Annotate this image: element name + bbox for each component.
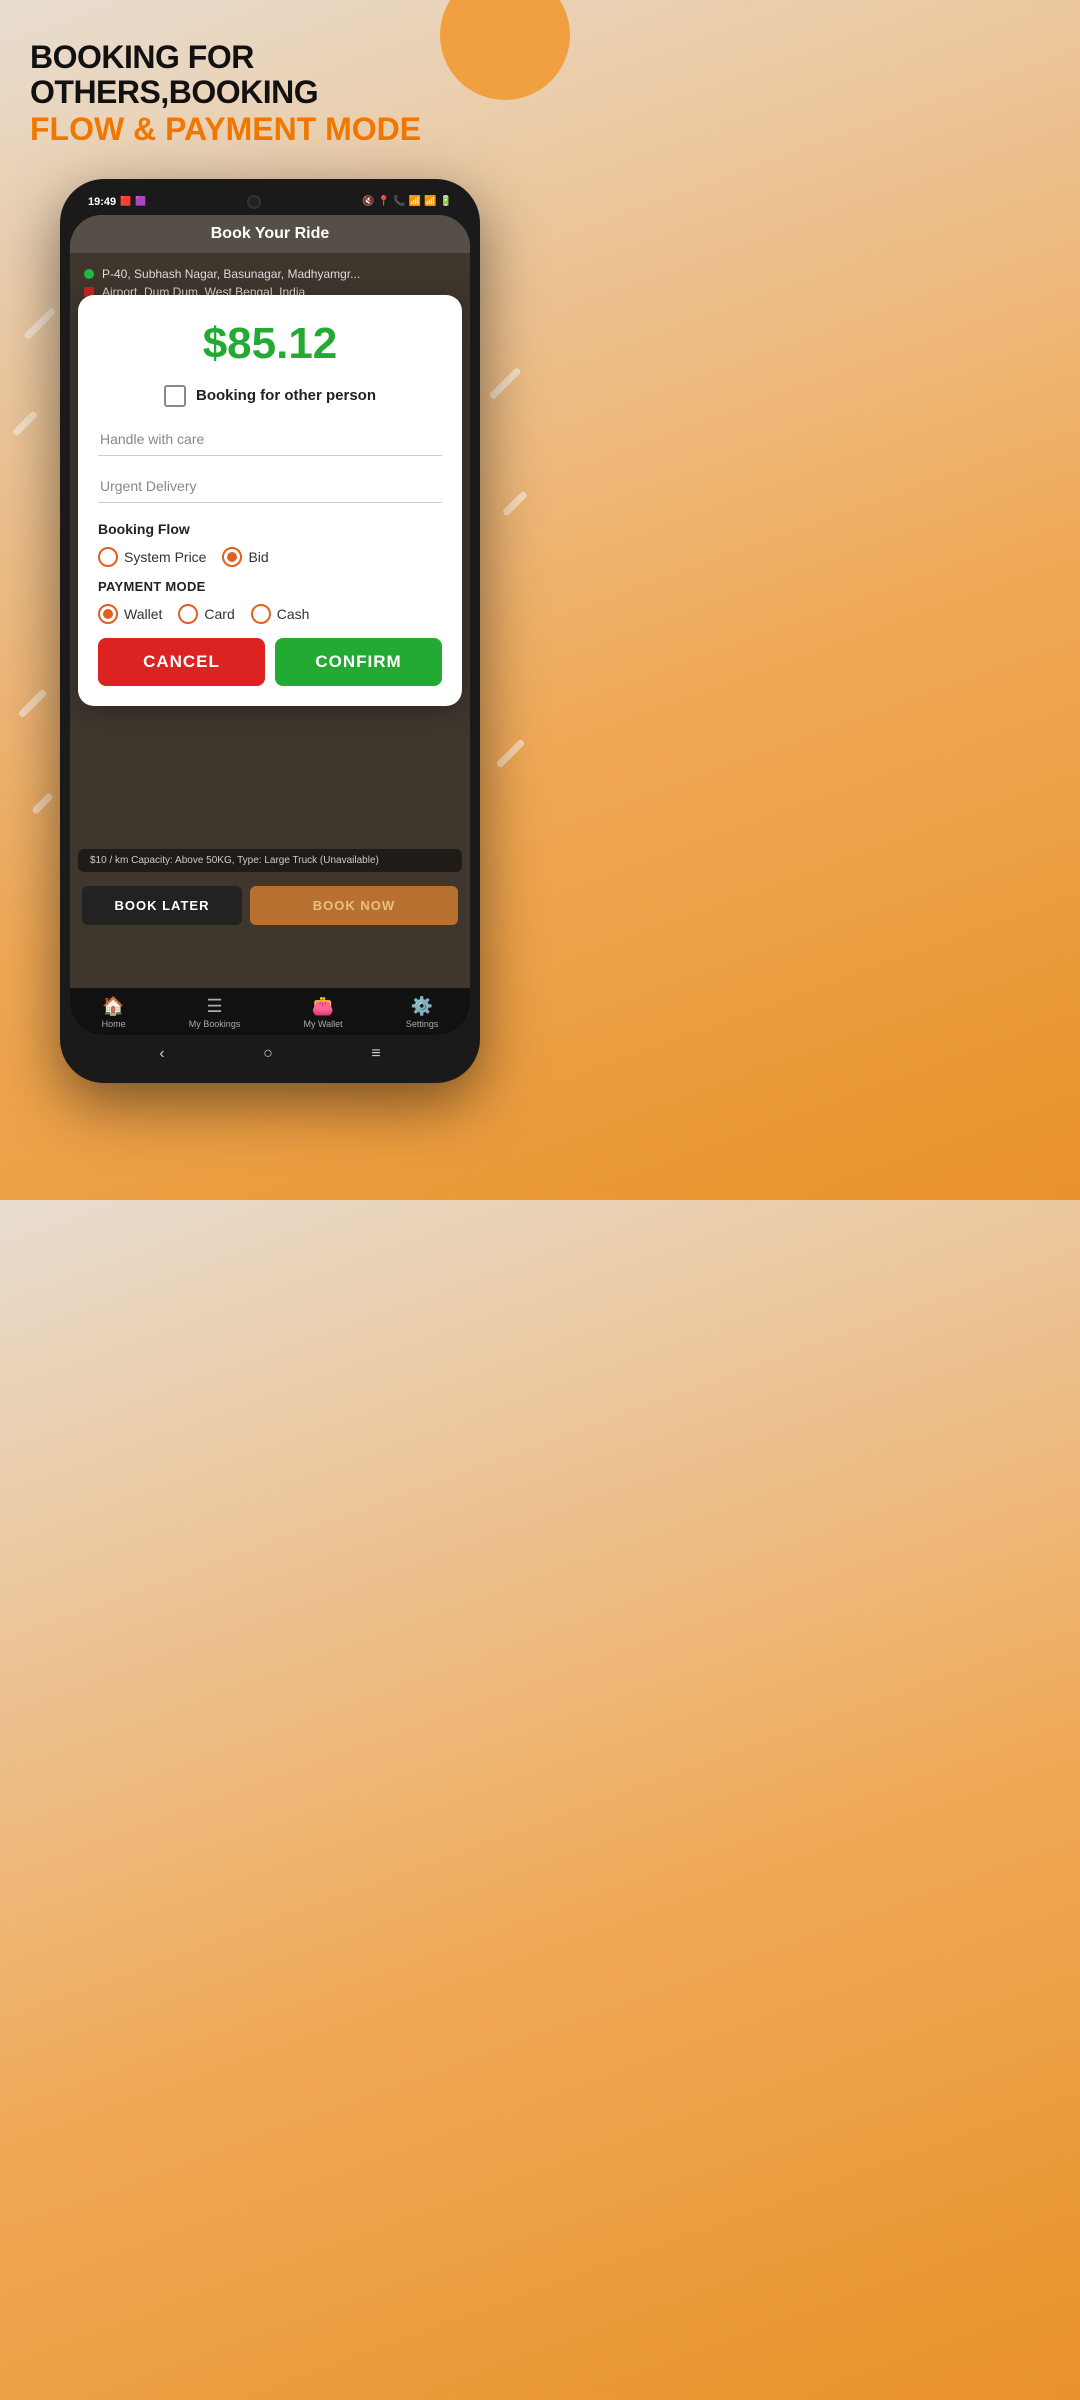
wallet-option[interactable]: Wallet xyxy=(98,604,162,624)
card-option[interactable]: Card xyxy=(178,604,234,624)
wallet-icon: 👛 xyxy=(312,996,334,1017)
book-now-button[interactable]: BOOK NOW xyxy=(250,886,458,925)
nav-item-wallet[interactable]: 👛 My Wallet xyxy=(304,996,343,1029)
confirm-button[interactable]: CONFIRM xyxy=(275,638,442,686)
cancel-button[interactable]: CANCEL xyxy=(98,638,265,686)
nav-item-home[interactable]: 🏠 Home xyxy=(102,996,126,1029)
bid-radio[interactable] xyxy=(222,547,242,567)
status-bar: 19:49 🟥 🟪 🔇 📍 📞 📶 📶 🔋 xyxy=(70,193,470,215)
home-button[interactable]: ○ xyxy=(263,1045,273,1063)
booking-other-label: Booking for other person xyxy=(196,387,376,404)
app-icon: 🟪 xyxy=(135,196,146,207)
back-button[interactable]: ‹ xyxy=(159,1045,164,1063)
booking-other-row: Booking for other person xyxy=(98,385,442,407)
cash-radio[interactable] xyxy=(251,604,271,624)
pickup-text: P-40, Subhash Nagar, Basunagar, Madhyamg… xyxy=(102,267,360,281)
nav-home-label: Home xyxy=(102,1019,126,1029)
card-radio[interactable] xyxy=(178,604,198,624)
system-price-radio[interactable] xyxy=(98,547,118,567)
nav-bookings-label: My Bookings xyxy=(189,1019,241,1029)
nav-settings-label: Settings xyxy=(406,1019,439,1029)
book-ride-header: Book Your Ride xyxy=(70,215,470,253)
handle-with-care-input[interactable] xyxy=(98,423,442,456)
booking-flow-label: Booking Flow xyxy=(98,521,442,537)
vehicle-info-bar: $10 / km Capacity: Above 50KG, Type: Lar… xyxy=(78,849,462,872)
booking-flow-radio-group: System Price Bid xyxy=(98,547,442,567)
bid-option[interactable]: Bid xyxy=(222,547,268,567)
cash-option[interactable]: Cash xyxy=(251,604,310,624)
book-later-button[interactable]: BOOK LATER xyxy=(82,886,242,925)
payment-mode-radio-group: Wallet Card Cash xyxy=(98,604,442,624)
urgent-delivery-input[interactable] xyxy=(98,470,442,503)
book-actions-row: BOOK LATER BOOK NOW xyxy=(70,876,470,935)
booking-other-checkbox[interactable] xyxy=(164,385,186,407)
system-price-option[interactable]: System Price xyxy=(98,547,206,567)
nav-wallet-label: My Wallet xyxy=(304,1019,343,1029)
volume-icon: 🔇 xyxy=(362,196,374,207)
bottom-nav: 🏠 Home ☰ My Bookings 👛 My Wallet ⚙️ Sett… xyxy=(70,988,470,1035)
phone-mockup: 19:49 🟥 🟪 🔇 📍 📞 📶 📶 🔋 Book Your Ride xyxy=(60,179,480,1083)
camera-notch xyxy=(247,195,261,209)
wallet-radio[interactable] xyxy=(98,604,118,624)
modal-overlay: $85.12 Booking for other person Booking … xyxy=(70,295,470,706)
modal-card: $85.12 Booking for other person Booking … xyxy=(78,295,462,706)
vehicle-info-text: $10 / km Capacity: Above 50KG, Type: Lar… xyxy=(90,855,450,866)
price-display: $85.12 xyxy=(98,319,442,369)
settings-icon: ⚙️ xyxy=(411,996,433,1017)
system-price-label: System Price xyxy=(124,549,206,565)
book-ride-title: Book Your Ride xyxy=(86,225,454,243)
phone-screen: Book Your Ride P-40, Subhash Nagar, Basu… xyxy=(70,215,470,1035)
battery-icon: 🔋 xyxy=(440,196,452,207)
pickup-point: P-40, Subhash Nagar, Basunagar, Madhyamg… xyxy=(84,267,456,281)
phone-chin: ‹ ○ ≡ xyxy=(70,1035,470,1069)
wallet-label: Wallet xyxy=(124,606,162,622)
call-icon: 📞 xyxy=(393,196,405,207)
location-icon: 📍 xyxy=(378,196,390,207)
card-label: Card xyxy=(204,606,234,622)
nav-item-settings[interactable]: ⚙️ Settings xyxy=(406,996,439,1029)
pickup-dot xyxy=(84,269,94,279)
header-section: BOOKING FOR OTHERS,BOOKING FLOW & PAYMEN… xyxy=(0,0,540,169)
nav-item-bookings[interactable]: ☰ My Bookings xyxy=(189,996,241,1029)
wifi-icon: 📶 xyxy=(409,196,421,207)
bid-label: Bid xyxy=(248,549,268,565)
menu-button[interactable]: ≡ xyxy=(371,1045,380,1063)
status-time: 19:49 xyxy=(88,196,116,208)
payment-mode-label: PAYMENT MODE xyxy=(98,579,442,594)
header-title-line2: FLOW & PAYMENT MODE xyxy=(30,110,510,148)
bookings-icon: ☰ xyxy=(206,996,222,1017)
signal-icon: 📶 xyxy=(424,196,436,207)
phone-frame: 19:49 🟥 🟪 🔇 📍 📞 📶 📶 🔋 Book Your Ride xyxy=(60,179,480,1083)
header-title-line1: BOOKING FOR OTHERS,BOOKING xyxy=(30,40,510,110)
notification-icon: 🟥 xyxy=(120,196,131,207)
modal-button-row: CANCEL CONFIRM xyxy=(98,638,442,686)
cash-label: Cash xyxy=(277,606,310,622)
home-icon: 🏠 xyxy=(102,996,124,1017)
